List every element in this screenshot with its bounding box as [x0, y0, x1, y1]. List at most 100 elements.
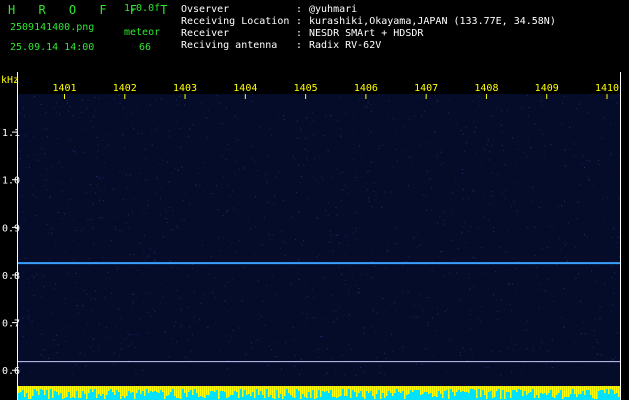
noise-dot: [325, 97, 326, 99]
noise-dot: [535, 335, 537, 337]
noise-dot: [143, 234, 145, 236]
noise-dot: [57, 352, 59, 353]
activity-spike: [238, 386, 240, 398]
noise-dot: [160, 187, 162, 189]
noise-dot: [396, 226, 398, 228]
activity-spike: [330, 386, 332, 390]
noise-dot: [312, 112, 313, 113]
noise-dot: [145, 332, 147, 334]
noise-dot: [353, 313, 355, 315]
noise-dot: [481, 272, 483, 274]
noise-dot: [260, 337, 262, 339]
noise-dot: [416, 363, 418, 365]
noise-dot: [592, 346, 594, 348]
noise-dot: [272, 274, 274, 276]
noise-dot: [238, 214, 240, 216]
noise-dot: [298, 211, 300, 213]
noise-dot: [341, 189, 343, 191]
noise-dot: [322, 318, 323, 320]
noise-dot: [119, 230, 121, 232]
noise-dot: [465, 302, 467, 304]
noise-dot: [129, 110, 131, 112]
noise-dot: [278, 171, 280, 173]
noise-dot: [23, 251, 24, 253]
noise-dot: [206, 278, 208, 280]
noise-dot: [63, 124, 65, 126]
noise-dot: [556, 266, 558, 268]
noise-dot: [267, 201, 269, 203]
noise-dot: [320, 336, 321, 338]
noise-dot: [517, 210, 519, 212]
noise-dot: [300, 217, 302, 219]
activity-spike: [450, 386, 452, 389]
noise-dot: [321, 335, 323, 337]
noise-dot: [283, 115, 284, 117]
noise-dot: [43, 356, 45, 358]
noise-dot: [480, 260, 481, 262]
activity-spike: [254, 386, 256, 398]
noise-dot: [405, 357, 407, 359]
noise-dot: [191, 334, 193, 336]
activity-spike: [132, 386, 134, 392]
noise-dot: [188, 306, 190, 308]
noise-dot: [256, 124, 257, 126]
noise-dot: [604, 283, 606, 285]
activity-spike: [38, 386, 40, 395]
noise-dot: [177, 104, 178, 106]
noise-dot: [604, 143, 606, 145]
noise-dot: [492, 205, 494, 207]
noise-dot: [143, 301, 145, 302]
noise-dot: [234, 110, 236, 112]
noise-dot: [172, 338, 174, 339]
noise-dot: [120, 317, 122, 319]
noise-dot: [514, 370, 516, 372]
noise-dot: [217, 101, 218, 103]
noise-dot: [362, 371, 364, 373]
noise-dot: [440, 251, 441, 253]
noise-dot: [329, 241, 331, 243]
noise-dot: [544, 305, 546, 307]
noise-dot: [153, 261, 155, 263]
noise-dot: [534, 255, 536, 256]
noise-dot: [547, 225, 549, 227]
noise-dot: [301, 369, 303, 371]
noise-dot: [420, 358, 422, 360]
noise-dot: [535, 275, 537, 276]
noise-dot: [93, 339, 95, 341]
activity-spike: [162, 386, 164, 392]
noise-dot: [23, 115, 25, 117]
noise-dot: [131, 189, 133, 191]
noise-dot: [107, 145, 109, 147]
noise-dot: [405, 215, 407, 217]
noise-dot: [118, 295, 119, 297]
noise-dot: [168, 356, 170, 358]
noise-dot: [396, 327, 398, 329]
activity-spike: [408, 386, 410, 394]
noise-dot: [496, 108, 498, 110]
noise-dot: [192, 124, 194, 126]
noise-dot: [321, 362, 323, 364]
noise-dot: [171, 229, 173, 231]
noise-dot: [486, 264, 488, 266]
noise-dot: [452, 341, 453, 343]
noise-dot: [612, 358, 614, 360]
noise-dot: [589, 94, 591, 96]
info-value-location: kurashiki,Okayama,JAPAN (133.77E, 34.58N…: [309, 16, 556, 27]
activity-spike: [538, 386, 540, 398]
activity-spike: [156, 386, 158, 392]
activity-spike: [54, 386, 56, 391]
activity-spike: [98, 386, 100, 394]
noise-dot: [595, 280, 596, 282]
noise-dot: [314, 158, 316, 160]
info-value-antenna: Radix RV-62V: [309, 40, 382, 51]
activity-spike: [566, 386, 568, 397]
noise-dot: [19, 362, 21, 364]
noise-dot: [524, 152, 526, 154]
noise-dot: [24, 135, 26, 137]
noise-dot: [46, 168, 48, 170]
noise-dot: [375, 357, 377, 359]
noise-dot: [79, 252, 81, 253]
noise-dot: [571, 363, 573, 365]
noise-dot: [199, 184, 201, 186]
noise-dot: [431, 270, 433, 272]
